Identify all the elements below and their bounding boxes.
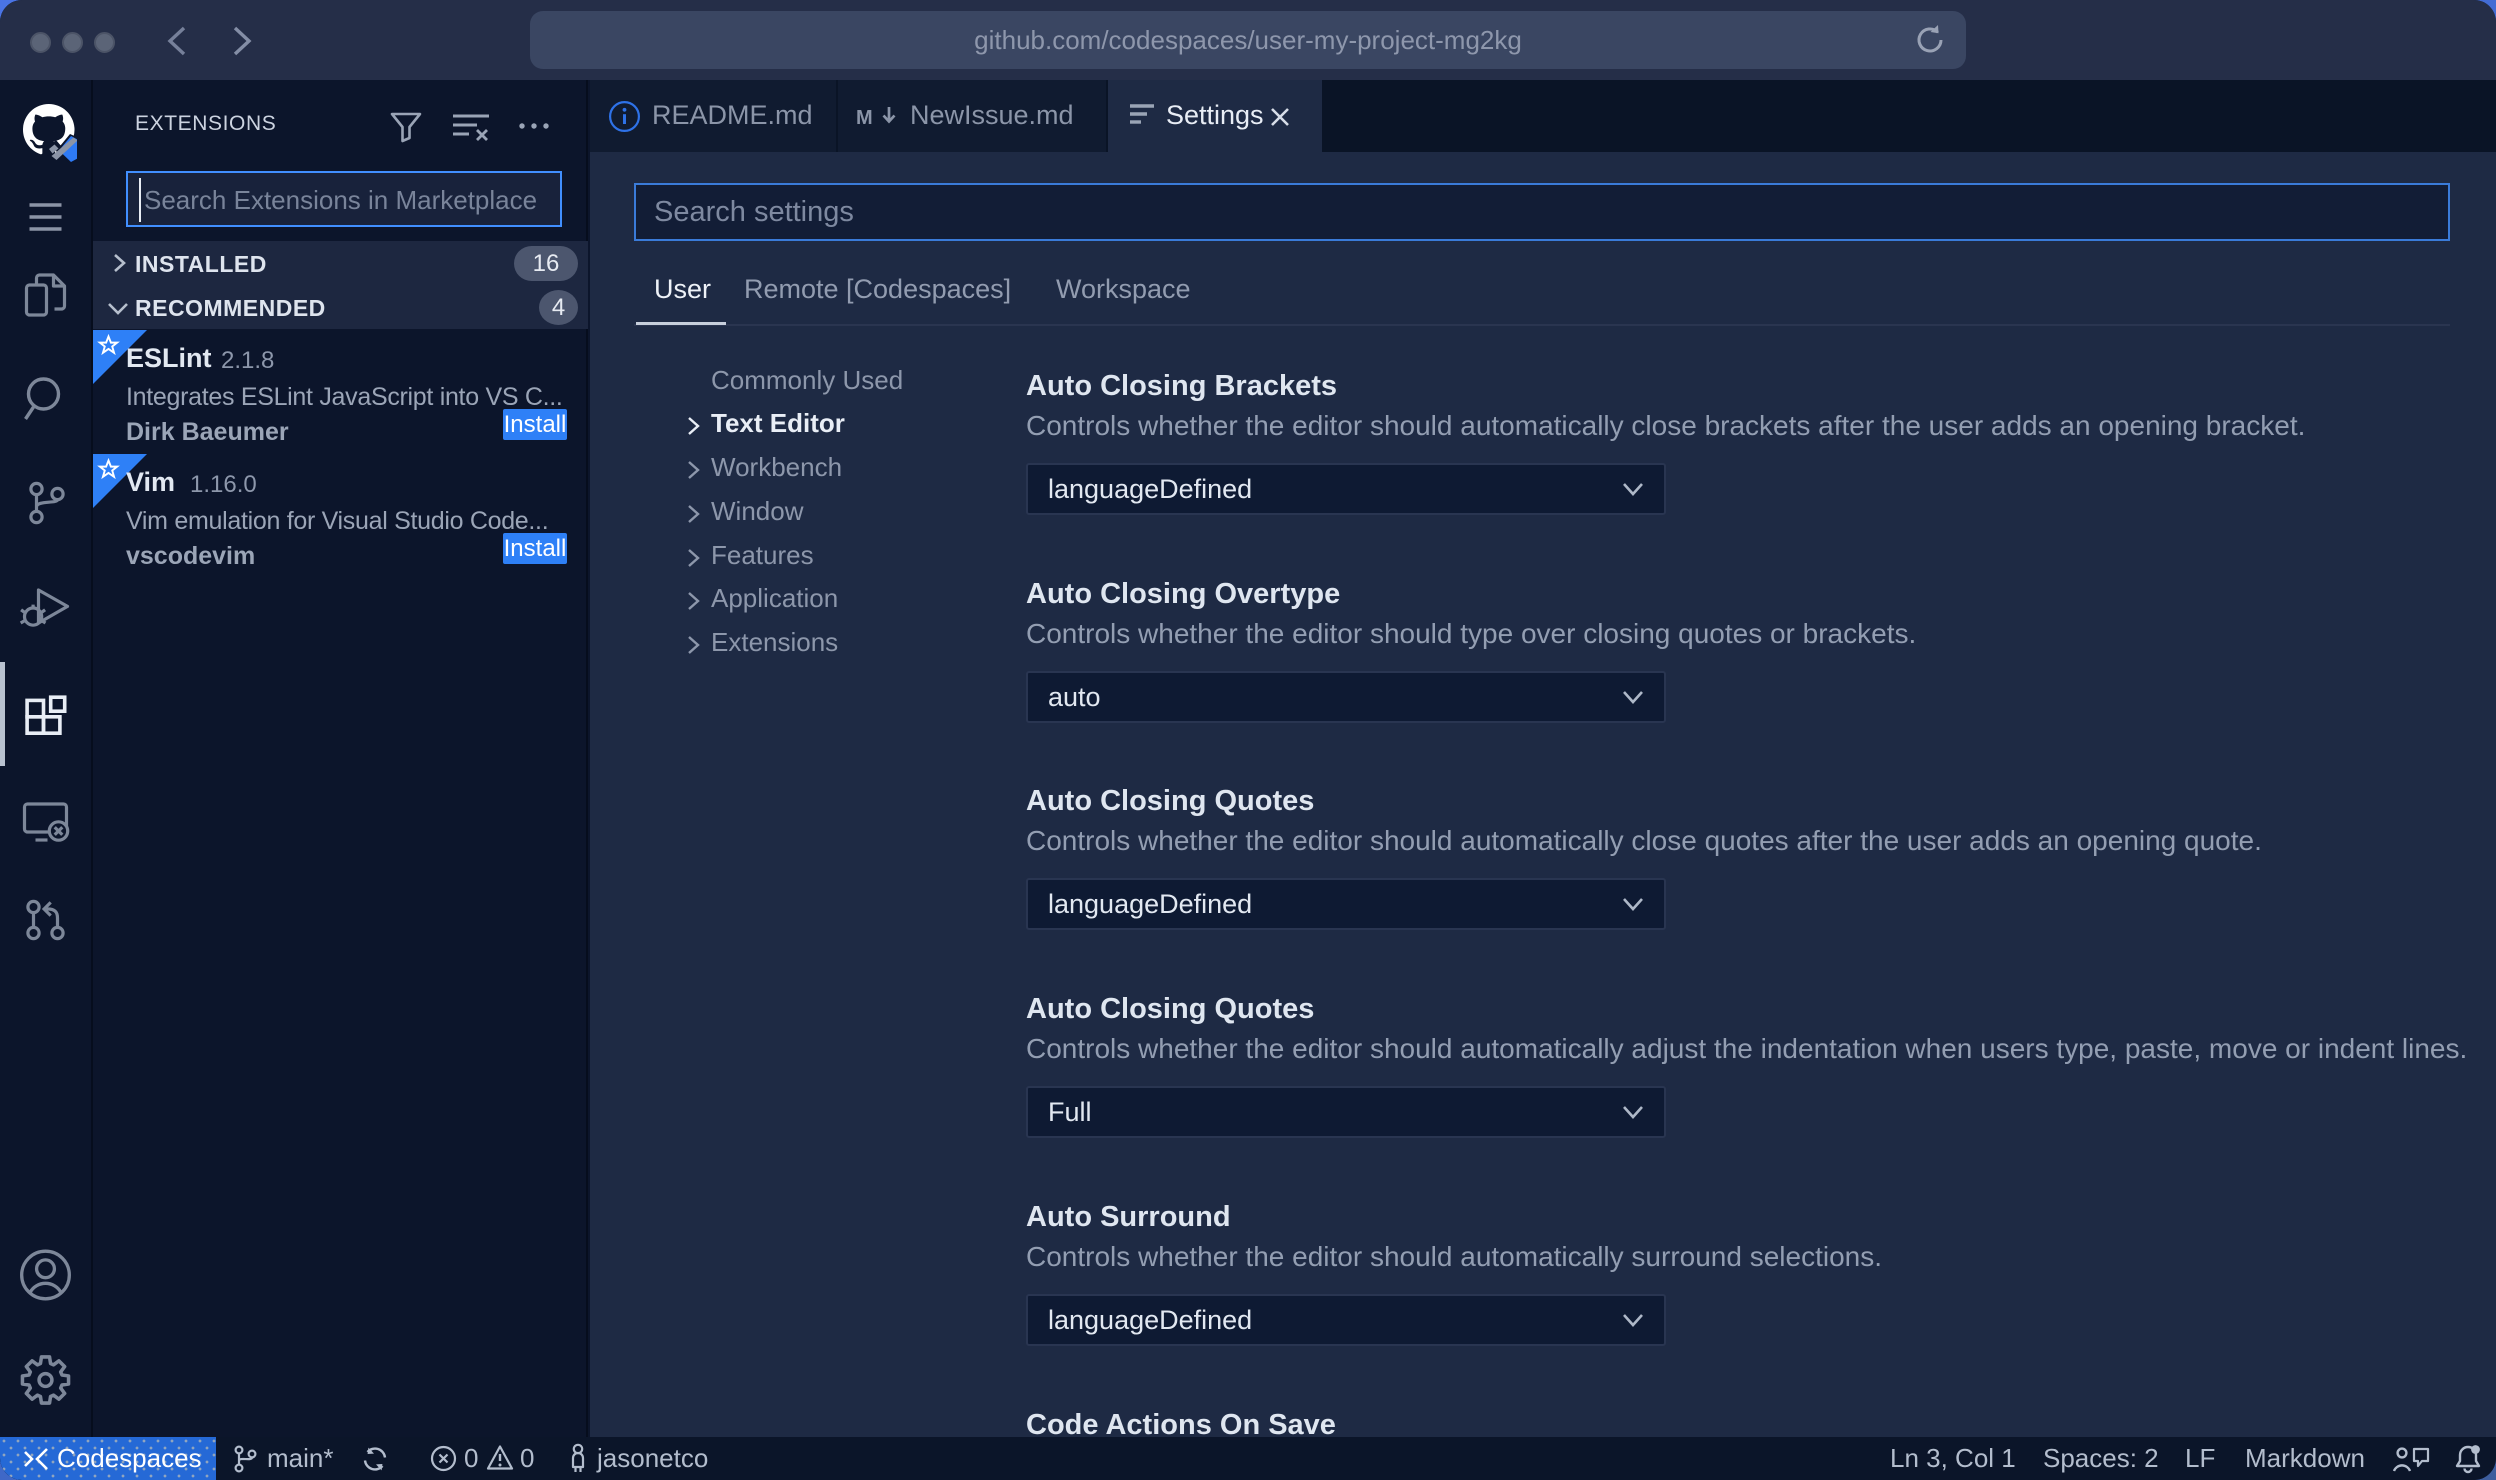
svg-text:M: M xyxy=(856,107,873,129)
